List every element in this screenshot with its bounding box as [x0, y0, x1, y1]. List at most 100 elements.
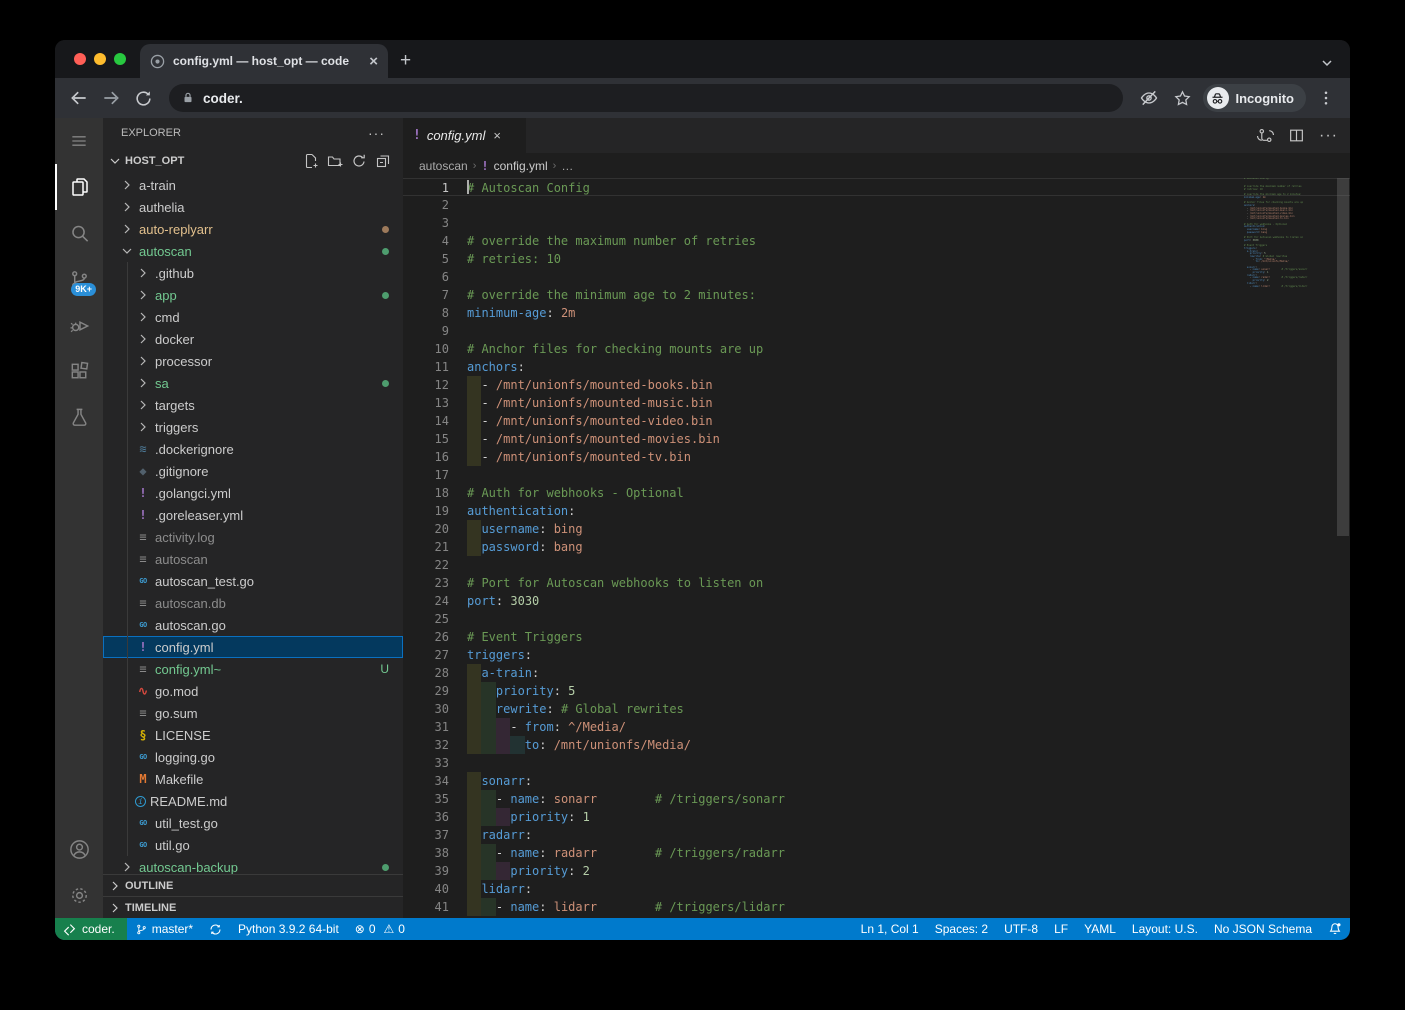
tree-item[interactable]: GOautoscan.go	[103, 614, 403, 636]
source-control-icon[interactable]: 9K+	[55, 256, 103, 302]
tree-item[interactable]: GOutil.go	[103, 834, 403, 856]
code-line[interactable]: 9	[403, 322, 1350, 340]
code-editor[interactable]: 1# Autoscan Config234# override the maxi…	[403, 178, 1350, 918]
collapse-all-icon[interactable]	[375, 153, 391, 169]
code-line[interactable]: 20 username: bing	[403, 520, 1350, 538]
code-line[interactable]: 33	[403, 754, 1350, 772]
code-line[interactable]: 11anchors:	[403, 358, 1350, 376]
tab-search-chevron-icon[interactable]	[1320, 56, 1334, 70]
refresh-icon[interactable]	[351, 153, 367, 169]
tree-item[interactable]: sa	[103, 372, 403, 394]
code-line[interactable]: 27triggers:	[403, 646, 1350, 664]
tree-item[interactable]: a-train	[103, 174, 403, 196]
code-line[interactable]: 10# Anchor files for checking mounts are…	[403, 340, 1350, 358]
tree-item[interactable]: processor	[103, 350, 403, 372]
code-line[interactable]: 14 - /mnt/unionfs/mounted-video.bin	[403, 412, 1350, 430]
search-icon[interactable]	[55, 210, 103, 256]
code-line[interactable]: 36 priority: 1	[403, 808, 1350, 826]
code-line[interactable]: 35 - name: sonarr # /triggers/sonarr	[403, 790, 1350, 808]
forward-button[interactable]	[97, 84, 125, 112]
language-mode-item[interactable]: YAML	[1076, 918, 1124, 940]
tree-item[interactable]: ≡autoscan.db	[103, 592, 403, 614]
tree-item[interactable]: !config.yml	[103, 636, 403, 658]
new-file-icon[interactable]	[303, 153, 319, 169]
bookmark-star-icon[interactable]	[1169, 84, 1197, 112]
problems-item[interactable]: ⊗ 0 ⚠ 0	[347, 918, 413, 940]
tree-item[interactable]: !.goreleaser.yml	[103, 504, 403, 526]
code-line[interactable]: 31 - from: ^/Media/	[403, 718, 1350, 736]
code-line[interactable]: 16 - /mnt/unionfs/mounted-tv.bin	[403, 448, 1350, 466]
maximize-window-button[interactable]	[114, 53, 126, 65]
eol-item[interactable]: LF	[1046, 918, 1076, 940]
tree-item[interactable]: §LICENSE	[103, 724, 403, 746]
code-line[interactable]: 3	[403, 214, 1350, 232]
minimap[interactable]: # Autoscan Config# override the maximum …	[1244, 178, 1336, 918]
window-controls[interactable]	[55, 40, 140, 78]
close-window-button[interactable]	[74, 53, 86, 65]
close-tab-icon[interactable]: ×	[493, 128, 501, 143]
code-line[interactable]: 40 lidarr:	[403, 880, 1350, 898]
run-debug-icon[interactable]	[55, 302, 103, 348]
tree-item[interactable]: auto-replyarr	[103, 218, 403, 240]
tree-item[interactable]: app	[103, 284, 403, 306]
sync-button[interactable]	[201, 918, 230, 940]
tree-item[interactable]: authelia	[103, 196, 403, 218]
extensions-icon[interactable]	[55, 348, 103, 394]
code-line[interactable]: 37 radarr:	[403, 826, 1350, 844]
indentation-item[interactable]: Spaces: 2	[927, 918, 996, 940]
code-line[interactable]: 6	[403, 268, 1350, 286]
browser-menu-icon[interactable]	[1312, 84, 1340, 112]
code-line[interactable]: 23# Port for Autoscan webhooks to listen…	[403, 574, 1350, 592]
code-line[interactable]: 21 password: bang	[403, 538, 1350, 556]
code-line[interactable]: 17	[403, 466, 1350, 484]
code-line[interactable]: 29 priority: 5	[403, 682, 1350, 700]
testing-icon[interactable]	[55, 394, 103, 440]
remote-indicator[interactable]: coder.	[55, 918, 127, 940]
tree-item[interactable]: autoscan-backup	[103, 856, 403, 874]
code-line[interactable]: 41 - name: lidarr # /triggers/lidarr	[403, 898, 1350, 916]
tab-close-icon[interactable]: ×	[369, 54, 378, 69]
code-line[interactable]: 12 - /mnt/unionfs/mounted-books.bin	[403, 376, 1350, 394]
breadcrumb[interactable]: autoscan › ! config.yml › …	[403, 153, 1350, 178]
code-line[interactable]: 25	[403, 610, 1350, 628]
new-tab-button[interactable]: +	[388, 50, 425, 78]
tree-item[interactable]: GOautoscan_test.go	[103, 570, 403, 592]
timeline-panel-header[interactable]: TIMELINE	[103, 896, 403, 918]
tree-item[interactable]: MMakefile	[103, 768, 403, 790]
code-line[interactable]: 22	[403, 556, 1350, 574]
breadcrumb-file[interactable]: config.yml	[494, 159, 548, 173]
tree-item[interactable]: ≡activity.log	[103, 526, 403, 548]
code-line[interactable]: 26# Event Triggers	[403, 628, 1350, 646]
editor-scrollbar[interactable]	[1336, 178, 1350, 918]
git-branch-item[interactable]: master*	[127, 918, 201, 940]
code-line[interactable]: 4# override the maximum number of retrie…	[403, 232, 1350, 250]
code-line[interactable]: 5# retries: 10	[403, 250, 1350, 268]
account-icon[interactable]	[55, 826, 103, 872]
code-line[interactable]: 34 sonarr:	[403, 772, 1350, 790]
url-text[interactable]: coder.	[203, 91, 243, 106]
reload-button[interactable]	[129, 84, 157, 112]
code-line[interactable]: 19authentication:	[403, 502, 1350, 520]
settings-gear-icon[interactable]	[55, 872, 103, 918]
incognito-badge[interactable]: Incognito	[1203, 84, 1307, 112]
explorer-icon[interactable]	[55, 164, 103, 210]
tree-item[interactable]: docker	[103, 328, 403, 350]
tree-item[interactable]: iREADME.md	[103, 790, 403, 812]
minimize-window-button[interactable]	[94, 53, 106, 65]
breadcrumb-folder[interactable]: autoscan	[419, 159, 468, 173]
tree-item[interactable]: cmd	[103, 306, 403, 328]
outline-panel-header[interactable]: OUTLINE	[103, 874, 403, 896]
new-folder-icon[interactable]	[327, 153, 343, 169]
tree-item[interactable]: ◆.gitignore	[103, 460, 403, 482]
tree-item[interactable]: ≡config.yml~U	[103, 658, 403, 680]
code-line[interactable]: 39 priority: 2	[403, 862, 1350, 880]
keyboard-layout-item[interactable]: Layout: U.S.	[1124, 918, 1206, 940]
notifications-bell-icon[interactable]	[1320, 918, 1350, 940]
tree-item[interactable]: ≋.dockerignore	[103, 438, 403, 460]
open-changes-icon[interactable]	[1257, 127, 1274, 144]
address-bar[interactable]: coder.	[169, 84, 1123, 112]
workspace-section-header[interactable]: HOST_OPT	[103, 148, 403, 174]
code-line[interactable]: 2	[403, 196, 1350, 214]
breadcrumb-more[interactable]: …	[561, 159, 573, 173]
code-line[interactable]: 8minimum-age: 2m	[403, 304, 1350, 322]
